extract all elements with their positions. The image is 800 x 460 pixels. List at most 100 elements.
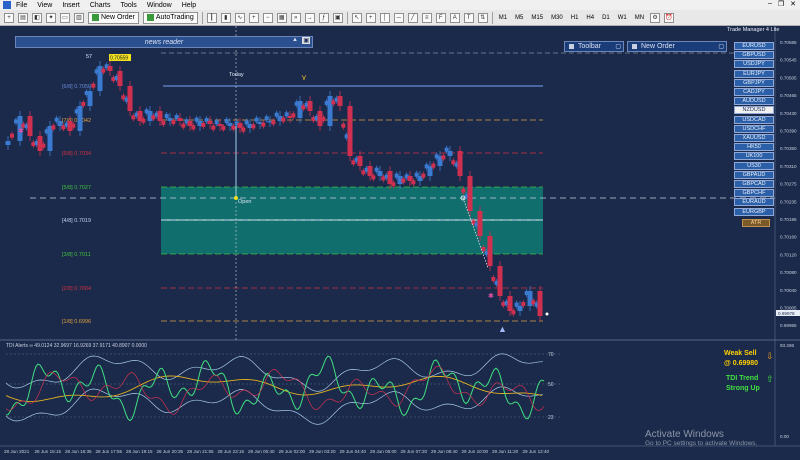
minimize-icon[interactable]: – xyxy=(768,0,772,8)
arrows-icon[interactable]: ⇅ xyxy=(477,12,488,23)
symbol-button-usdjpy[interactable]: USDJPY xyxy=(734,60,774,69)
timeframe-mn[interactable]: MN xyxy=(633,15,646,21)
news-reader-panel[interactable]: news reader ▲ ▣ xyxy=(15,36,313,48)
time-tick-label: 29 Jun 03:20 xyxy=(309,449,336,454)
trendline-icon[interactable]: ╱ xyxy=(407,12,418,23)
candle-body xyxy=(107,66,113,71)
symbol-button-cadjpy[interactable]: CADJPY xyxy=(734,88,774,96)
menu-charts[interactable]: Charts xyxy=(90,2,111,9)
terminal-icon[interactable]: ▭ xyxy=(60,12,70,23)
auto-trading-button[interactable]: AutoTrading xyxy=(142,11,198,24)
templates-icon[interactable]: ▣ xyxy=(332,12,343,23)
menu-window[interactable]: Window xyxy=(147,2,172,9)
candle-body xyxy=(10,133,14,138)
symbol-button-gbpusd[interactable]: GBPUSD xyxy=(734,51,774,60)
timeframe-m5[interactable]: M5 xyxy=(513,15,525,21)
candle-body xyxy=(14,119,18,124)
options-icon[interactable]: ⚙ xyxy=(650,12,661,23)
candle-body xyxy=(47,126,53,151)
tester-icon[interactable]: ▥ xyxy=(74,12,84,23)
symbol-button-eurgbp[interactable]: EURGBP xyxy=(734,207,774,216)
candle-body xyxy=(161,121,166,125)
candle-body xyxy=(254,117,259,122)
symbol-button-audusd[interactable]: AUDUSD xyxy=(734,97,774,106)
timeframe-h4[interactable]: H4 xyxy=(584,15,596,21)
new-order-button[interactable]: New Order xyxy=(88,11,139,24)
symbol-button-gbpcad[interactable]: GBPCAD xyxy=(734,180,774,188)
cursor-icon[interactable]: ↖ xyxy=(351,12,362,23)
close-icon[interactable]: ✕ xyxy=(790,0,796,8)
zoom-in-icon[interactable]: + xyxy=(248,12,259,23)
price-tick-label: 0.70430 xyxy=(780,111,797,116)
candle-body xyxy=(477,211,483,236)
fibonacci-icon[interactable]: F xyxy=(435,12,446,23)
text-icon[interactable]: A xyxy=(449,12,460,23)
candle-body xyxy=(341,123,346,128)
symbol-button-eurjpy[interactable]: EURJPY xyxy=(734,69,774,78)
new-order-panel[interactable]: New Order ▢ xyxy=(627,41,727,52)
symbol-button-xauusd[interactable]: XAUUSD xyxy=(734,134,774,142)
candle-body xyxy=(447,151,453,156)
symbol-button-usdchf[interactable]: USDCHF xyxy=(734,124,774,133)
vertical-line-icon[interactable]: │ xyxy=(379,12,390,23)
candle-body xyxy=(407,176,413,181)
symbol-button-nzdusd[interactable]: NZDUSD xyxy=(734,106,774,115)
timeframe-d1[interactable]: D1 xyxy=(600,15,612,21)
timeframe-m1[interactable]: M1 xyxy=(497,15,509,21)
symbol-button-uk100[interactable]: UK100 xyxy=(734,152,774,161)
zoom-out-icon[interactable]: − xyxy=(262,12,273,23)
label-icon[interactable]: T xyxy=(463,12,474,23)
time-tick-label: 28 Jun 21:55 xyxy=(187,449,214,454)
alerts-icon[interactable]: ⏰ xyxy=(664,12,675,23)
symbol-button-gbpaud[interactable]: GBPAUD xyxy=(734,170,774,179)
price-tick-label: 0.70120 xyxy=(780,252,797,257)
timeframe-m30[interactable]: M30 xyxy=(549,15,565,21)
menu-insert[interactable]: Insert xyxy=(62,2,80,9)
menu-file[interactable]: File xyxy=(16,2,27,9)
candle-body xyxy=(461,188,466,193)
line-chart-icon[interactable]: ∿ xyxy=(234,12,245,23)
navigator-icon[interactable]: ✦ xyxy=(46,12,56,23)
menu-help[interactable]: Help xyxy=(182,2,196,9)
symbol-button-eurusd[interactable]: EURUSD xyxy=(734,42,774,50)
new-order-panel-close-icon[interactable]: ▢ xyxy=(718,43,724,50)
market-watch-icon[interactable]: ◧ xyxy=(32,12,42,23)
auto-scroll-icon[interactable]: » xyxy=(290,12,301,23)
candle-body xyxy=(211,125,216,130)
candle-body xyxy=(371,175,376,180)
collapse-icon[interactable]: ▲ xyxy=(292,37,298,43)
tdi-level-label: 23 xyxy=(548,415,554,421)
restore-icon[interactable]: ❐ xyxy=(778,0,784,8)
menu-view[interactable]: View xyxy=(37,2,52,9)
menu-tools[interactable]: Tools xyxy=(120,2,136,9)
toolbar-panel[interactable]: Toolbar ▢ xyxy=(564,41,624,52)
symbol-button-usdcad[interactable]: USDCAD xyxy=(734,115,774,124)
horizontal-line-icon[interactable]: ─ xyxy=(393,12,404,23)
atr-button[interactable]: ATR xyxy=(742,218,770,227)
candle-body xyxy=(244,120,249,125)
symbol-button-gbpjpy[interactable]: GBPJPY xyxy=(734,78,774,87)
symbol-button-hk50[interactable]: HK50 xyxy=(734,143,774,152)
timeframe-m15[interactable]: M15 xyxy=(529,15,545,21)
activate-windows-title: Activate Windows xyxy=(645,429,724,440)
profiles-icon[interactable]: ▤ xyxy=(18,12,28,23)
close-panel-icon[interactable]: ▣ xyxy=(302,37,310,44)
candle-body xyxy=(157,111,163,121)
timeframe-h1[interactable]: H1 xyxy=(569,15,581,21)
crosshair-icon[interactable]: + xyxy=(365,12,376,23)
timeframe-w1[interactable]: W1 xyxy=(616,15,629,21)
price-tick-label: 0.70390 xyxy=(780,129,797,134)
symbol-button-gbpchf[interactable]: GBPCHF xyxy=(734,189,774,198)
bar-chart-icon[interactable]: ┃ xyxy=(206,12,217,23)
indicators-icon[interactable]: ƒ xyxy=(318,12,329,23)
tile-windows-icon[interactable]: ▦ xyxy=(276,12,287,23)
symbol-button-euraud[interactable]: EURAUD xyxy=(734,198,774,207)
toolbar-panel-close-icon[interactable]: ▢ xyxy=(615,43,621,50)
channel-icon[interactable]: ≡ xyxy=(421,12,432,23)
candle-body xyxy=(71,123,76,128)
price-chart[interactable]: [6/8] 0.7050 [7/8] 0.7042 [6/8] 0.7034 [5/8… xyxy=(0,26,800,458)
chart-shift-icon[interactable]: → xyxy=(304,12,315,23)
candlestick-icon[interactable]: ▮ xyxy=(220,12,231,23)
symbol-button-us30[interactable]: US30 xyxy=(734,161,774,170)
new-chart-icon[interactable]: + xyxy=(4,12,14,23)
